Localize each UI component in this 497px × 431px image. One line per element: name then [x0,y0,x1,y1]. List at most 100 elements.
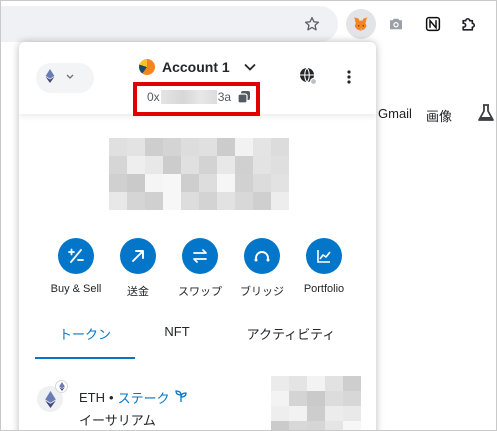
redaction-block [127,156,145,174]
tab-activity[interactable]: アクティビティ [231,324,351,360]
connected-sites-icon[interactable] [298,66,318,86]
buy-sell-icon [58,238,94,274]
bridge-button[interactable]: ブリッジ [227,238,297,299]
redaction-block [163,138,181,156]
redaction-block [199,138,217,156]
redaction-block [181,156,199,174]
redaction-block [163,174,181,192]
token-symbol: ETH [79,390,105,405]
redaction-block [289,376,307,391]
tab-tokens[interactable]: トークン [35,324,135,360]
metamask-fox-icon[interactable] [346,9,376,39]
redaction-block [217,174,235,192]
tab-nft[interactable]: NFT [147,324,207,360]
bookmark-gmail[interactable]: Gmail [378,106,412,121]
ethereum-icon [45,68,55,88]
redaction-block [253,156,271,174]
token-value-redacted [271,376,361,431]
account-avatar [139,59,155,75]
redaction-block [289,406,307,421]
browser-toolbar [0,0,497,48]
redaction-block [253,192,271,210]
asset-tabs: トークン NFT アクティビティ [19,324,376,360]
redaction-block [307,391,325,406]
redaction-block [343,421,361,431]
redaction-block [181,192,199,210]
redaction-block [271,138,289,156]
swap-label: スワップ [178,286,222,298]
redaction-block [199,192,217,210]
address-bar[interactable] [0,6,338,42]
buy-sell-button[interactable]: Buy & Sell [41,238,111,295]
send-button[interactable]: 送金 [103,238,173,299]
token-title: ETH • ステーク [79,388,188,407]
notion-icon[interactable] [421,12,445,36]
redaction-block [235,192,253,210]
redaction-block [271,391,289,406]
balance-redacted [109,138,289,210]
account-selector[interactable]: Account 1 [139,56,261,78]
redaction-block [145,192,163,210]
stake-link[interactable]: ステーク [118,388,170,407]
redaction-block [271,156,289,174]
token-name: イーサリアム [79,413,156,428]
portfolio-button[interactable]: Portfolio [289,238,359,295]
redaction-block [307,421,325,431]
redaction-block [145,174,163,192]
star-icon[interactable] [300,12,324,36]
redaction-block [253,174,271,192]
redaction-block [217,138,235,156]
redaction-block [325,406,343,421]
kebab-menu-icon[interactable] [341,67,357,87]
redaction-block [109,138,127,156]
redaction-block [343,391,361,406]
swap-icon [182,238,218,274]
redaction-block [109,174,127,192]
action-buttons: Buy & Sell 送金 スワップ ブリッジ Portfolio [41,238,361,298]
redaction-block [271,376,289,391]
redaction-block [343,406,361,421]
redaction-block [271,421,289,431]
redaction-block [307,376,325,391]
redaction-block [199,174,217,192]
redaction-block [127,192,145,210]
address-highlight-box [133,82,260,116]
account-name: Account 1 [162,59,230,75]
redaction-block [199,156,217,174]
network-selector[interactable] [36,63,94,93]
active-tab-indicator [35,357,135,359]
network-badge-icon [55,380,68,393]
redaction-block [181,138,199,156]
redaction-block [163,192,181,210]
chevron-down-icon [65,72,75,84]
redaction-block [325,421,343,431]
swap-button[interactable]: スワップ [165,238,235,299]
redaction-block [145,138,163,156]
redaction-block [271,174,289,192]
redaction-block [325,376,343,391]
token-separator: • [109,390,114,405]
redaction-block [145,156,163,174]
redaction-block [217,192,235,210]
bridge-icon [244,238,280,274]
token-list-item[interactable]: ETH • ステーク イーサリアム [19,372,376,431]
redaction-block [253,138,271,156]
redaction-block [235,174,253,192]
camera-icon[interactable] [384,12,408,36]
puzzle-icon[interactable] [457,12,481,36]
sprout-icon [174,389,188,406]
redaction-block [235,156,253,174]
redaction-block [343,376,361,391]
redaction-block [127,174,145,192]
redaction-block [163,156,181,174]
redaction-block [325,391,343,406]
buy-sell-label: Buy & Sell [50,283,102,295]
bookmark-images[interactable]: 画像 [426,106,452,125]
labs-flask-icon[interactable] [476,104,496,122]
bridge-label: ブリッジ [240,286,284,298]
send-label: 送金 [127,286,149,298]
redaction-block [217,156,235,174]
redaction-block [109,156,127,174]
redaction-block [271,406,289,421]
redaction-block [271,192,289,210]
